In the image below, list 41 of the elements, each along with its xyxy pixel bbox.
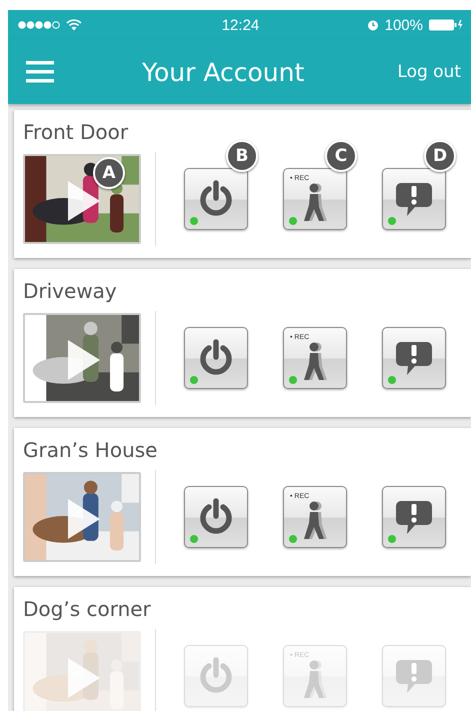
power-icon — [198, 180, 234, 218]
page-title: Your Account — [142, 58, 304, 86]
play-icon[interactable] — [67, 180, 101, 222]
menu-icon[interactable] — [26, 60, 54, 84]
power-button[interactable] — [184, 168, 248, 230]
camera-name: Dog’s corner — [23, 597, 152, 621]
status-dot — [190, 217, 198, 225]
status-dot — [388, 376, 396, 384]
power-button[interactable] — [184, 486, 248, 548]
camera-name: Driveway — [23, 279, 118, 303]
power-icon — [198, 339, 234, 377]
power-icon — [198, 657, 234, 695]
status-dot — [289, 535, 297, 543]
alert-bubble-icon — [395, 658, 433, 694]
alarm-icon — [366, 19, 379, 31]
battery-percent: 100% — [384, 16, 423, 34]
battery-icon — [428, 19, 463, 31]
play-icon[interactable] — [67, 498, 101, 540]
status-dot — [388, 535, 396, 543]
alert-bubble-icon — [395, 499, 433, 535]
signal-icon — [18, 21, 60, 29]
camera-name: Front Door — [23, 120, 130, 144]
alert-button[interactable] — [382, 486, 446, 548]
status-dot — [388, 217, 396, 225]
callout-badge: D — [424, 140, 456, 172]
power-icon — [198, 498, 234, 536]
status-time: 12:24 — [222, 16, 260, 34]
alert-bubble-icon — [395, 340, 433, 376]
status-dot — [289, 376, 297, 384]
camera-name: Gran’s House — [23, 438, 158, 462]
wifi-icon — [66, 19, 82, 31]
alert-button[interactable] — [382, 168, 446, 230]
status-dot — [190, 535, 198, 543]
alert-bubble-icon — [395, 181, 433, 217]
power-button[interactable] — [184, 327, 248, 389]
status-dot — [289, 217, 297, 225]
video-thumbnail[interactable]: A — [23, 154, 141, 244]
alert-button[interactable] — [382, 327, 446, 389]
status-dot — [190, 376, 198, 384]
callout-badge: C — [325, 140, 357, 172]
callout-badge: B — [226, 140, 258, 172]
